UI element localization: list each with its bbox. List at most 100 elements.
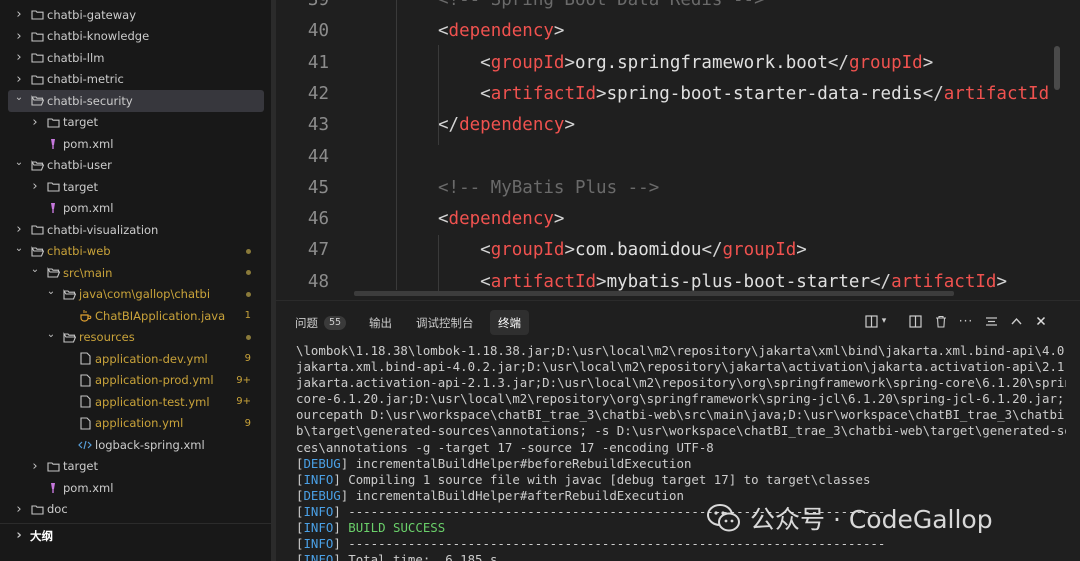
tree-item[interactable]: application-prod.yml 9+ (0, 370, 271, 392)
tree-item-label: doc (47, 502, 68, 517)
chevron-right-icon[interactable]: › (14, 7, 24, 22)
tree-item[interactable]: application-dev.yml 9 (0, 348, 271, 370)
watermark: 公众号 · CodeGallop (706, 500, 993, 536)
terminal-line: ces\annotations -g -target 17 -source 17… (296, 440, 1066, 456)
log-level: INFO (303, 536, 334, 552)
tree-item[interactable]: application-test.yml 9+ (0, 391, 271, 413)
folder-icon (30, 502, 44, 516)
code-token: </ (827, 52, 849, 73)
tree-item[interactable]: › target (0, 456, 271, 478)
editor-horizontal-scrollbar[interactable] (354, 291, 954, 296)
chevron-down-icon[interactable]: ⌄ (14, 157, 24, 168)
split-layout-icon[interactable] (864, 314, 878, 328)
tree-item[interactable]: logback-spring.xml (0, 434, 271, 456)
tree-item[interactable]: › target (0, 176, 271, 198)
tree-item-label: pom.xml (63, 480, 114, 495)
code-token: < (438, 83, 491, 104)
explorer-sidebar: › chatbi-gateway › chatbi-knowledge › chatbi-… (0, 0, 271, 561)
tree-item-label: target (63, 115, 98, 130)
chevron-right-icon[interactable]: › (14, 528, 24, 543)
tree-item[interactable]: ⌄ chatbi-web (0, 241, 271, 263)
problem-count-badge: 9+ (236, 396, 251, 408)
wechat-logo-icon (707, 504, 740, 532)
tree-item[interactable]: › chatbi-knowledge (0, 26, 271, 48)
chevron-right-icon[interactable]: › (30, 459, 40, 474)
xml-file-icon (78, 438, 92, 452)
chevron-right-icon[interactable]: › (14, 29, 24, 44)
tree-item[interactable]: ⌄ java\com\gallop\chatbi (0, 284, 271, 306)
chevron-down-icon[interactable]: ⌄ (30, 264, 40, 275)
build-status: BUILD SUCCESS (348, 520, 446, 536)
trash-icon[interactable] (934, 314, 948, 328)
line-number: 47 (307, 240, 329, 261)
tree-item[interactable]: › doc (0, 499, 271, 521)
panel-tab[interactable]: 输出 (361, 310, 400, 335)
tree-item[interactable]: ⌄ resources (0, 327, 271, 349)
chevron-down-icon[interactable]: ▾ (877, 314, 891, 328)
tree-item[interactable]: › chatbi-gateway (0, 4, 271, 26)
tree-item[interactable]: pom.xml (0, 133, 271, 155)
terminal-line: \lombok\1.18.38\lombok-1.18.38.jar;D:\us… (296, 343, 1066, 359)
chevron-down-icon[interactable]: ⌄ (46, 329, 56, 340)
chevron-right-icon[interactable]: › (30, 179, 40, 194)
tree-item[interactable]: ⌄ chatbi-security (8, 90, 264, 112)
terminal-text: ces\annotations -g -target 17 -source 17… (296, 439, 714, 455)
tree-item[interactable]: ChatBIApplication.java 1 (0, 305, 271, 327)
tree-item[interactable]: › chatbi-visualization (0, 219, 271, 241)
tree-item[interactable]: › chatbi-llm (0, 47, 271, 69)
terminal-text: incrementalBuildHelper#afterRebuildExecu… (348, 487, 684, 503)
terminal-text: jakarta.xml.bind-api-4.0.2.jar;D:\usr\lo… (296, 359, 1066, 375)
panel-tab[interactable]: 调试控制台 (408, 310, 482, 335)
outline-section-header[interactable]: › 大纲 (0, 523, 271, 547)
code-text: <artifactId>spring-boot-starter-data-red… (438, 79, 1049, 110)
folder-icon (30, 94, 44, 108)
terminal-line: [DEBUG] incrementalBuildHelper#beforeReb… (296, 455, 692, 471)
line-number: 45 (307, 177, 329, 198)
folder-icon (30, 223, 44, 237)
tree-item[interactable]: ⌄ chatbi-user (0, 155, 271, 177)
tree-item[interactable]: ⌄ src\main (0, 262, 271, 284)
tree-item-label: chatbi-knowledge (47, 29, 150, 44)
chevron-right-icon[interactable]: › (14, 50, 24, 65)
tree-item-label: application-test.yml (95, 394, 210, 409)
editor-vertical-scrollbar[interactable] (1054, 46, 1060, 90)
terminal-text: ourcepath D:\usr\workspace\chatBI_trae_3… (296, 407, 1066, 423)
panel-tab[interactable]: 问题 55 (287, 310, 354, 335)
code-editor[interactable]: 39 <!-- Spring Boot Data Redis --> 40 <depe… (276, 0, 1080, 297)
log-level: INFO (303, 471, 334, 487)
chevron-down-icon[interactable]: ⌄ (14, 243, 24, 254)
more-actions-icon[interactable]: ··· (959, 314, 973, 328)
chevron-right-icon[interactable]: › (14, 72, 24, 87)
folder-icon (30, 158, 44, 172)
code-token: mybatis-plus-boot-starter (606, 271, 870, 292)
tree-item-label: resources (79, 330, 135, 345)
chevron-right-icon[interactable]: › (14, 222, 24, 237)
maximize-panel-icon[interactable] (1009, 314, 1023, 328)
code-token: artifactId (490, 271, 597, 292)
tree-item[interactable]: pom.xml (0, 198, 271, 220)
terminal-text: Total time: 6.185 s (340, 552, 498, 561)
code-token: dependency (459, 115, 565, 136)
chevron-right-icon[interactable]: › (30, 115, 40, 130)
folder-icon (46, 180, 60, 194)
tree-item[interactable]: › target (0, 112, 271, 134)
terminal-line: jakarta.activation-api-2.1.3.jar;D:\usr\… (296, 375, 1066, 391)
tree-item-label: pom.xml (63, 201, 114, 216)
tree-item[interactable]: pom.xml (0, 477, 271, 499)
folder-icon (46, 459, 60, 473)
split-terminal-icon[interactable] (908, 314, 922, 328)
panel-tab[interactable]: 终端 (490, 310, 529, 335)
panel-layout-icon[interactable] (984, 314, 998, 328)
code-token: artifactId (891, 271, 997, 292)
chevron-right-icon[interactable]: › (14, 502, 24, 517)
terminal-text: ----------------------------------------… (340, 536, 886, 552)
tree-item[interactable]: application.yml 9 (0, 413, 271, 435)
chevron-down-icon[interactable]: ⌄ (46, 286, 56, 297)
tree-item[interactable]: › chatbi-metric (0, 69, 271, 91)
code-token: groupId (490, 240, 565, 261)
outline-label: 大纲 (30, 528, 53, 543)
code-text: <groupId>org.springframework.boot</group… (438, 48, 933, 79)
close-panel-icon[interactable] (1034, 314, 1048, 328)
chevron-down-icon[interactable]: ⌄ (14, 92, 24, 103)
code-token: > (796, 240, 807, 261)
